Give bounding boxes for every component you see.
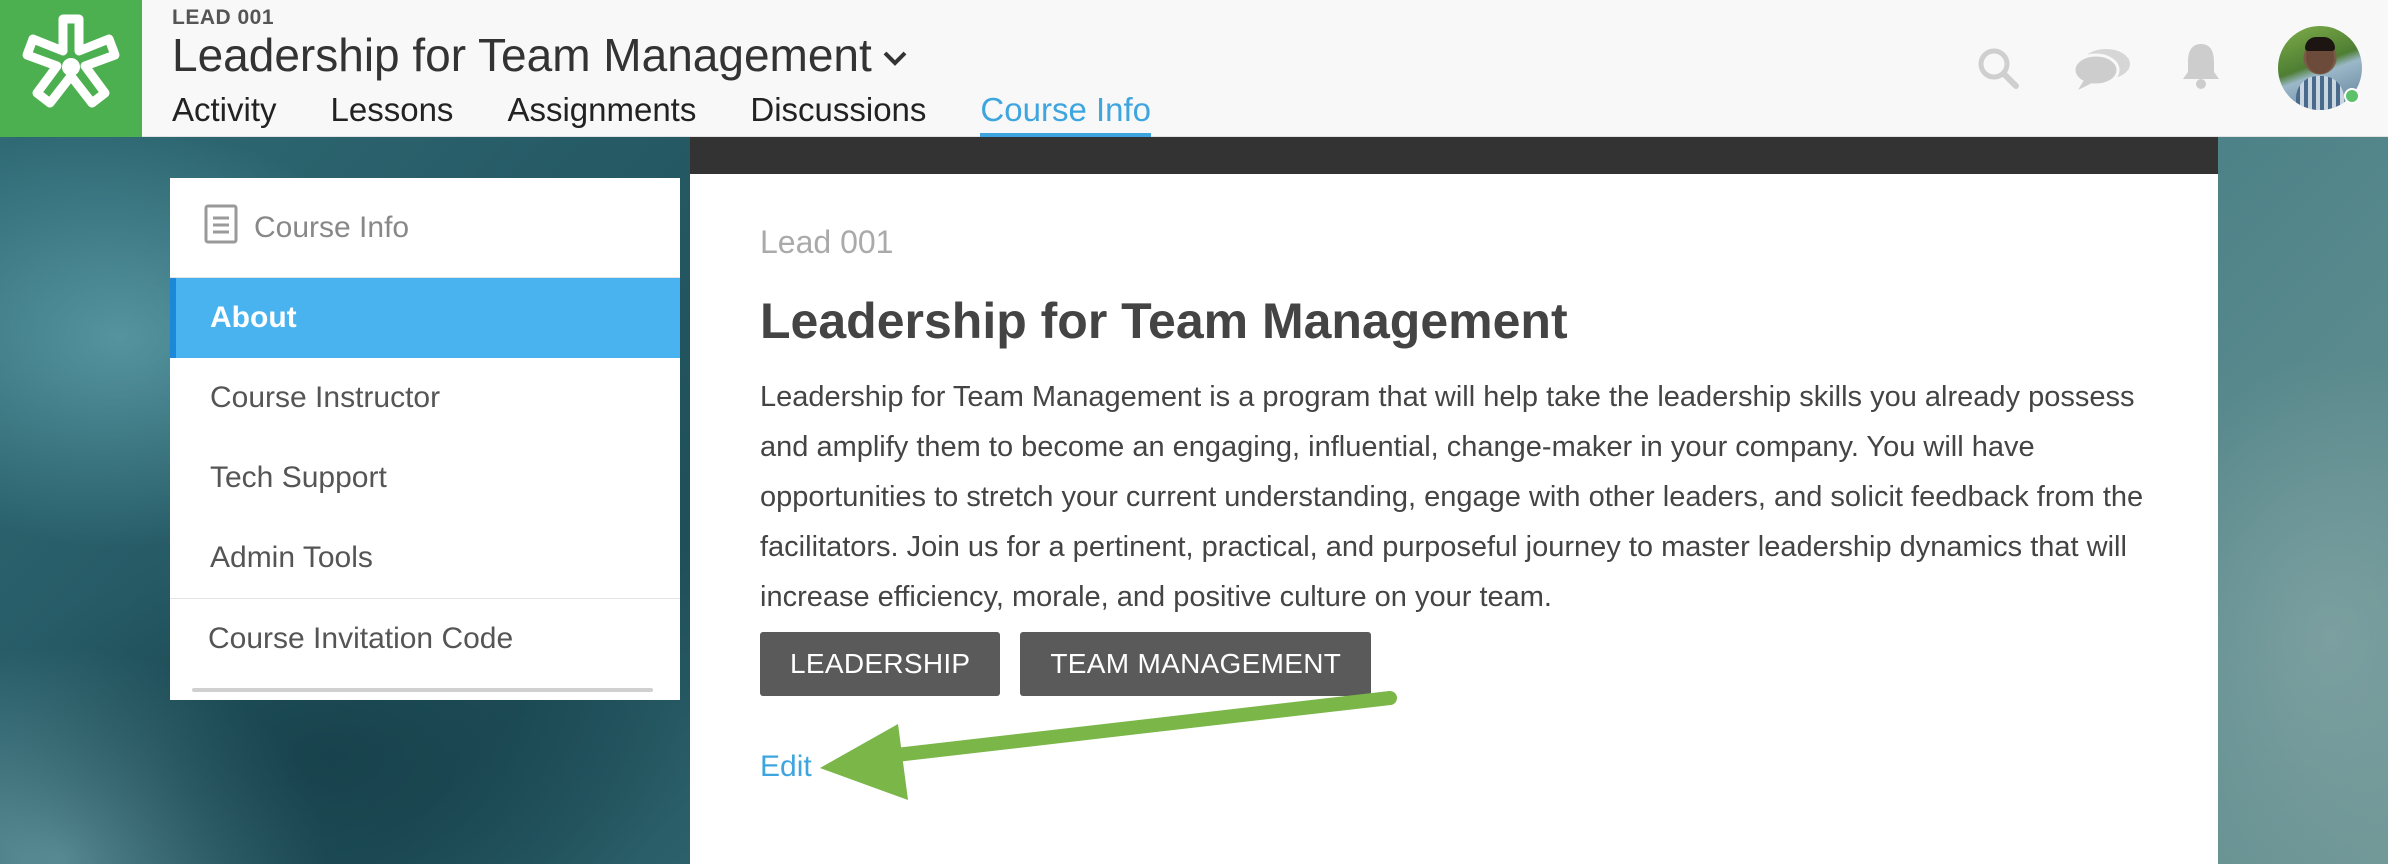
sidebar-scroll-indicator — [192, 688, 653, 692]
tag-leadership[interactable]: LEADERSHIP — [760, 632, 1001, 696]
avatar-shirt — [2296, 76, 2344, 110]
sidebar-item-course-instructor[interactable]: Course Instructor — [170, 358, 680, 438]
course-tags: LEADERSHIP TEAM MANAGEMENT — [760, 632, 1372, 696]
page-title: Leadership for Team Management — [760, 293, 1568, 349]
edit-link[interactable]: Edit — [760, 750, 812, 784]
course-about-panel: Lead 001 Leadership for Team Management … — [690, 174, 2218, 864]
top-header: LEAD 001 Leadership for Team Management … — [0, 0, 2388, 137]
chevron-down-icon — [882, 49, 908, 67]
sidebar-item-course-invitation-code[interactable]: Course Invitation Code — [170, 598, 680, 678]
tag-team-management[interactable]: TEAM MANAGEMENT — [1020, 632, 1372, 696]
course-title-dropdown[interactable]: Leadership for Team Management — [172, 28, 908, 82]
search-icon[interactable] — [1976, 46, 2020, 95]
bell-icon[interactable] — [2180, 40, 2222, 95]
asterisk-logo-icon — [22, 14, 120, 107]
tab-lessons[interactable]: Lessons — [331, 88, 454, 137]
sidebar-item-about[interactable]: About — [170, 278, 680, 358]
sidebar-title: Course Info — [254, 210, 410, 244]
course-code: LEAD 001 — [172, 6, 275, 29]
course-code-label: Lead 001 — [760, 224, 894, 260]
online-status-dot — [2344, 88, 2360, 104]
tab-activity[interactable]: Activity — [172, 88, 277, 137]
app-logo[interactable] — [0, 0, 142, 137]
course-info-sidebar: Course Info About Course Instructor Tech… — [170, 178, 680, 700]
document-icon — [204, 204, 238, 252]
avatar-hair — [2305, 37, 2335, 51]
tab-course-info[interactable]: Course Info — [980, 88, 1151, 137]
course-description: Leadership for Team Management is a prog… — [760, 381, 2144, 613]
tab-assignments[interactable]: Assignments — [507, 88, 696, 137]
course-nav-tabs: Activity Lessons Assignments Discussions… — [172, 88, 1205, 137]
chat-icon[interactable] — [2072, 44, 2132, 97]
sidebar-item-admin-tools[interactable]: Admin Tools — [170, 518, 680, 598]
main-top-bar — [690, 137, 2218, 174]
sidebar-item-tech-support[interactable]: Tech Support — [170, 438, 680, 518]
tab-discussions[interactable]: Discussions — [750, 88, 926, 137]
sidebar-header: Course Info — [170, 178, 680, 278]
course-title-text: Leadership for Team Management — [172, 29, 872, 81]
